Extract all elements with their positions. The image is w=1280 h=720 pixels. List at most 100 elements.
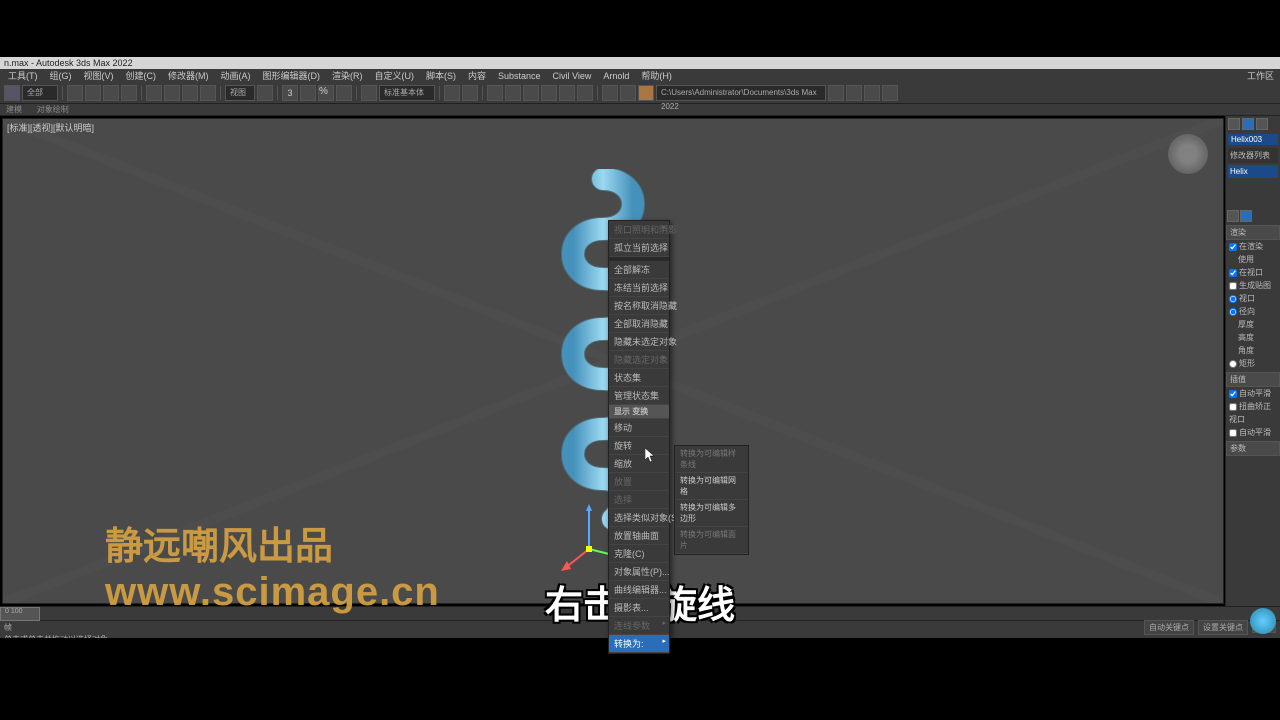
- menu-custom[interactable]: 自定义(U): [369, 69, 421, 82]
- curve-editor-icon[interactable]: [541, 85, 557, 101]
- pivot-icon[interactable]: [257, 85, 273, 101]
- convert-patch[interactable]: 转换为可编辑面片: [675, 527, 748, 554]
- quad-hide-sel[interactable]: 隐藏选定对象: [609, 351, 669, 369]
- ribbon-tab[interactable]: 建模: [0, 105, 28, 114]
- angle-snap-icon[interactable]: [300, 85, 316, 101]
- opt-use[interactable]: 使用: [1226, 253, 1280, 266]
- select-icon[interactable]: [67, 85, 83, 101]
- mirror-icon[interactable]: [444, 85, 460, 101]
- menu-help[interactable]: 帮助(H): [635, 69, 678, 82]
- params-rollout[interactable]: 参数: [1226, 441, 1280, 456]
- percent-snap-icon[interactable]: %: [318, 85, 334, 101]
- opt-angle[interactable]: 角度: [1226, 344, 1280, 357]
- opt-height[interactable]: 高度: [1226, 331, 1280, 344]
- ref-coord[interactable]: 视图: [225, 85, 255, 101]
- path-btn2[interactable]: [846, 85, 862, 101]
- opt2-vp[interactable]: 视口: [1226, 413, 1280, 426]
- opt-genmap[interactable]: 生成贴图: [1226, 279, 1280, 292]
- toggle-ribbon-icon[interactable]: [523, 85, 539, 101]
- quad-unfreeze-all[interactable]: 全部解冻: [609, 261, 669, 279]
- convert-mesh[interactable]: 转换为可编辑网格: [675, 473, 748, 500]
- scale-icon[interactable]: [182, 85, 198, 101]
- quad-place[interactable]: 放置: [609, 473, 669, 491]
- time-slider-thumb[interactable]: 0 100: [0, 607, 40, 621]
- convert-poly[interactable]: 转换为可编辑多边形: [675, 500, 748, 527]
- layer-icon[interactable]: [487, 85, 503, 101]
- create-tab-icon[interactable]: [1228, 118, 1240, 130]
- quad-obj-props[interactable]: 对象属性(P)...: [609, 563, 669, 581]
- quad-convert-to[interactable]: 转换为:: [609, 635, 669, 653]
- path-btn4[interactable]: [882, 85, 898, 101]
- path-btn3[interactable]: [864, 85, 880, 101]
- quad-scale[interactable]: 缩放: [609, 455, 669, 473]
- object-name-field[interactable]: Helix003: [1228, 134, 1278, 145]
- place-icon[interactable]: [200, 85, 216, 101]
- modifier-list[interactable]: 修改器列表: [1228, 148, 1278, 163]
- menu-civil[interactable]: Civil View: [547, 71, 598, 81]
- modify-tab-icon[interactable]: [1242, 118, 1254, 130]
- window-crossing-icon[interactable]: [121, 85, 137, 101]
- menu-workspace[interactable]: 工作区: [1241, 69, 1280, 82]
- set-key-button[interactable]: 设置关键点: [1198, 620, 1248, 635]
- render-icon[interactable]: [638, 85, 654, 101]
- menu-substance[interactable]: Substance: [492, 71, 547, 81]
- pin-stack-icon[interactable]: [1227, 210, 1239, 222]
- snap-3-icon[interactable]: 3: [282, 85, 298, 101]
- quad-place-pivot[interactable]: 放置轴曲面: [609, 527, 669, 545]
- quad-select-similar[interactable]: 选择类似对象(S): [609, 509, 669, 527]
- opt-rect[interactable]: 矩形: [1226, 357, 1280, 370]
- opt-viewport[interactable]: 在视口: [1226, 266, 1280, 279]
- named-sel-drop[interactable]: 标准基本体: [379, 85, 435, 101]
- quad-hide-unsel[interactable]: 隐藏未选定对象: [609, 333, 669, 351]
- ribbon-tab2[interactable]: 对象绘制: [31, 105, 75, 114]
- spinner-snap-icon[interactable]: [336, 85, 352, 101]
- quad-move[interactable]: 移动: [609, 419, 669, 437]
- modifier-stack-item[interactable]: Helix: [1228, 165, 1278, 178]
- interp-rollout[interactable]: 插值: [1226, 372, 1280, 387]
- render-rollout[interactable]: 渲染: [1226, 225, 1280, 240]
- select-name-icon[interactable]: [85, 85, 101, 101]
- quad-unhide-name[interactable]: 按名称取消隐藏: [609, 297, 669, 315]
- menu-graph[interactable]: 图形编辑器(D): [257, 69, 327, 82]
- show-end-icon[interactable]: [1240, 210, 1252, 222]
- opt2-twist[interactable]: 扭曲矫正: [1226, 400, 1280, 413]
- auto-key-button[interactable]: 自动关键点: [1144, 620, 1194, 635]
- project-path[interactable]: C:\Users\Administrator\Documents\3ds Max…: [656, 85, 826, 101]
- scene-explorer-icon[interactable]: [505, 85, 521, 101]
- quad-curve-editor[interactable]: 曲线编辑器...: [609, 581, 669, 599]
- quad-clone[interactable]: 克隆(C): [609, 545, 669, 563]
- menu-modifier[interactable]: 修改器(M): [162, 69, 215, 82]
- menu-render[interactable]: 渲染(R): [326, 69, 369, 82]
- menu-script[interactable]: 脚本(S): [420, 69, 462, 82]
- opt-radial[interactable]: 径向: [1226, 305, 1280, 318]
- viewcube-icon[interactable]: [1168, 134, 1208, 174]
- undo-icon[interactable]: [4, 85, 20, 101]
- move-icon[interactable]: [146, 85, 162, 101]
- menu-view[interactable]: 视图(V): [78, 69, 120, 82]
- align-icon[interactable]: [462, 85, 478, 101]
- render-setup-icon[interactable]: [602, 85, 618, 101]
- named-sel-icon[interactable]: [361, 85, 377, 101]
- quad-isolate[interactable]: 孤立当前选择: [609, 239, 669, 257]
- viewport-label[interactable]: [标准][透视][默认明暗]: [7, 121, 94, 134]
- opt-thick[interactable]: 厚度: [1226, 318, 1280, 331]
- quad-state-sets[interactable]: 状态集: [609, 369, 669, 387]
- rotate-icon[interactable]: [164, 85, 180, 101]
- selection-filter[interactable]: 全部: [22, 85, 58, 101]
- schematic-icon[interactable]: [559, 85, 575, 101]
- hierarchy-tab-icon[interactable]: [1256, 118, 1268, 130]
- menu-tools[interactable]: 工具(T): [2, 69, 44, 82]
- select-rect-icon[interactable]: [103, 85, 119, 101]
- quad-freeze-sel[interactable]: 冻结当前选择: [609, 279, 669, 297]
- quad-manage-state[interactable]: 管理状态集: [609, 387, 669, 405]
- opt-vp2[interactable]: 视口: [1226, 292, 1280, 305]
- menu-create[interactable]: 创建(C): [120, 69, 163, 82]
- menu-arnold[interactable]: Arnold: [597, 71, 635, 81]
- menu-group[interactable]: 组(G): [44, 69, 78, 82]
- quad-rotate[interactable]: 旋转: [609, 437, 669, 455]
- quad-unhide-all[interactable]: 全部取消隐藏: [609, 315, 669, 333]
- render-frame-icon[interactable]: [620, 85, 636, 101]
- menu-anim[interactable]: 动画(A): [215, 69, 257, 82]
- floating-action-icon[interactable]: [1250, 608, 1276, 634]
- opt-render[interactable]: 在渲染: [1226, 240, 1280, 253]
